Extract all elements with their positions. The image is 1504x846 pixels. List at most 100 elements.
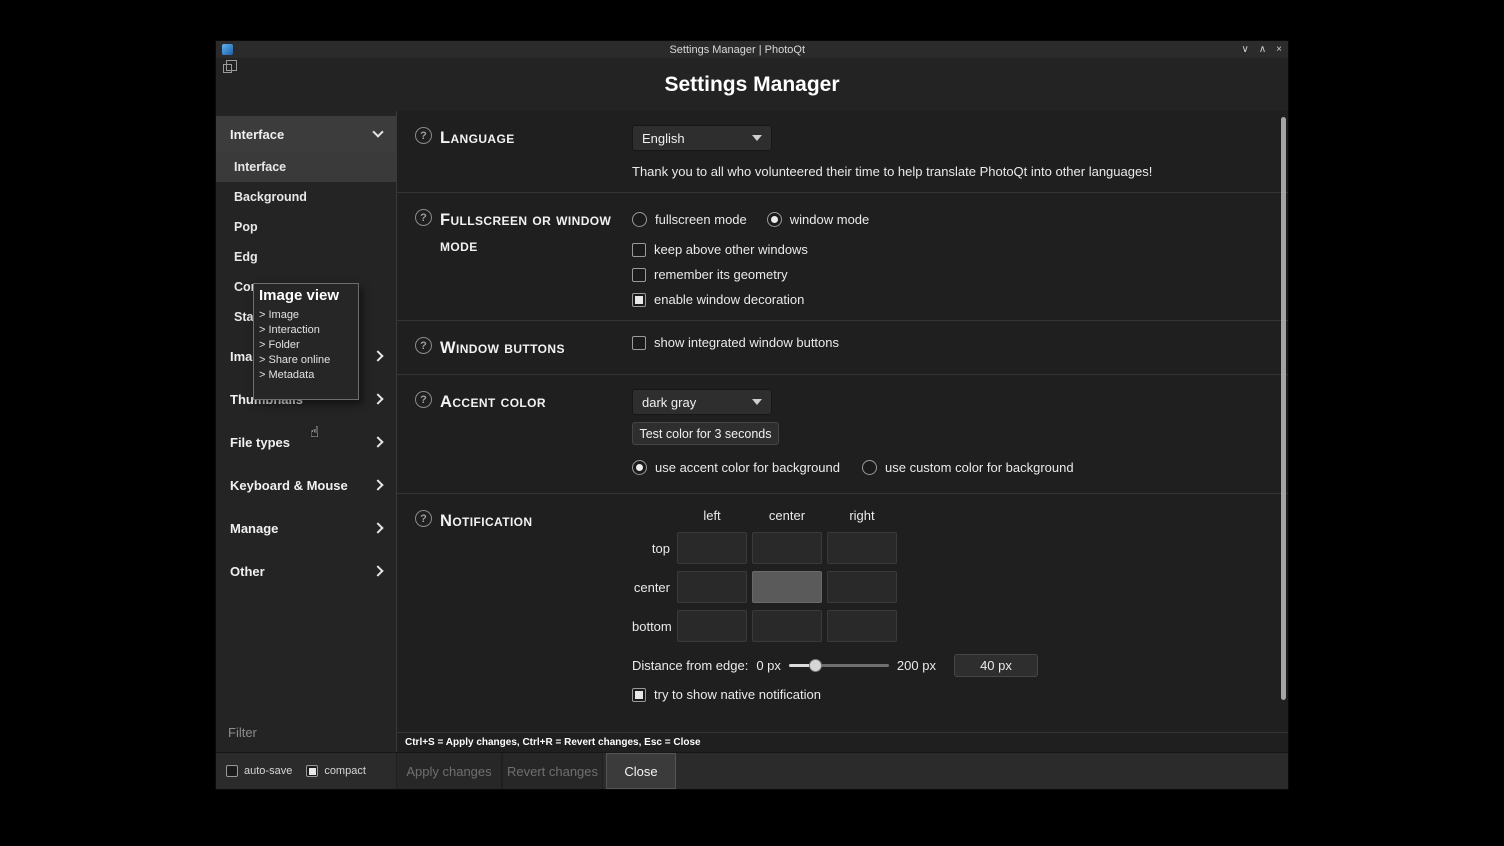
tooltip-title: Image view (259, 287, 353, 304)
close-icon[interactable]: × (1276, 44, 1282, 55)
checkbox-icon (306, 765, 318, 777)
tooltip-item: > Share online (259, 353, 353, 368)
category-label: Other (230, 564, 265, 579)
image-view-tooltip: Image view > Image > Interaction > Folde… (253, 283, 359, 400)
distance-slider[interactable] (789, 659, 889, 672)
checkbox-compact[interactable]: compact (306, 765, 366, 777)
sidebar-category-file-types[interactable]: File types (216, 424, 396, 460)
notification-cell-bottom-center[interactable] (752, 610, 822, 642)
checkbox-keep-above[interactable]: keep above other windows (632, 242, 1272, 257)
notification-cell-bottom-left[interactable] (677, 610, 747, 642)
sidebar-item-background[interactable]: Background (216, 182, 396, 212)
sidebar-category-keyboard-mouse[interactable]: Keyboard & Mouse (216, 467, 396, 503)
checkbox-window-decoration[interactable]: enable window decoration (632, 292, 1272, 307)
radio-custom-background[interactable]: use custom color for background (862, 460, 1074, 475)
help-icon[interactable]: ? (415, 127, 432, 144)
chevron-right-icon (372, 522, 383, 533)
minimize-icon[interactable]: ∨ (1242, 44, 1249, 55)
distance-value-box[interactable]: 40 px (954, 654, 1038, 677)
radio-label: use custom color for background (885, 460, 1074, 475)
sidebar-item-interface[interactable]: Interface (216, 152, 396, 182)
category-label: Keyboard & Mouse (230, 478, 348, 493)
checkbox-label: auto-save (244, 765, 292, 777)
revert-changes-button[interactable]: Revert changes (502, 753, 603, 789)
popout-icon[interactable] (223, 64, 232, 73)
maximize-icon[interactable]: ∧ (1259, 44, 1266, 55)
radio-label: window mode (790, 212, 870, 227)
help-icon[interactable]: ? (415, 391, 432, 408)
window-title: Settings Manager | PhotoQt (233, 44, 1242, 56)
category-label: File types (230, 435, 290, 450)
sidebar-category-interface[interactable]: Interface (216, 116, 396, 152)
chevron-right-icon (372, 479, 383, 490)
desktop-background: Settings Manager | PhotoQt ∨ ∧ × Setting… (0, 0, 1504, 846)
notification-cell-bottom-right[interactable] (827, 610, 897, 642)
checkbox-auto-save[interactable]: auto-save (226, 765, 292, 777)
shortcut-status-line: Ctrl+S = Apply changes, Ctrl+R = Revert … (397, 732, 1288, 752)
test-color-button[interactable]: Test color for 3 seconds (632, 422, 779, 445)
radio-fullscreen-mode[interactable]: fullscreen mode (632, 212, 747, 227)
grid-row-header: bottom (632, 619, 672, 634)
help-icon[interactable]: ? (415, 510, 432, 527)
checkbox-icon (632, 243, 646, 257)
checkbox-icon (226, 765, 238, 777)
checkbox-icon (632, 268, 646, 282)
radio-icon (632, 212, 647, 227)
notification-cell-top-right[interactable] (827, 532, 897, 564)
sidebar-item-edges[interactable]: Edg (216, 242, 396, 272)
grid-row-header: top (632, 541, 672, 556)
radio-window-mode[interactable]: window mode (767, 212, 870, 227)
checkbox-label: keep above other windows (654, 242, 808, 257)
help-icon[interactable]: ? (415, 337, 432, 354)
checkbox-icon (632, 293, 646, 307)
app-icon (222, 44, 233, 55)
settings-content: ? Language English Thank you to all who … (397, 111, 1288, 732)
category-label: Interface (230, 127, 284, 142)
section-title: Accent color (432, 389, 632, 415)
checkbox-icon (632, 336, 646, 350)
notification-cell-center-center[interactable] (752, 571, 822, 603)
chevron-down-icon (752, 399, 762, 405)
scrollbar[interactable] (1281, 117, 1286, 700)
distance-label: Distance from edge: (632, 658, 748, 673)
checkbox-label: try to show native notification (654, 687, 821, 702)
tooltip-item: > Interaction (259, 323, 353, 338)
checkbox-native-notification[interactable]: try to show native notification (632, 687, 1272, 702)
sidebar-item-popout[interactable]: Pop (216, 212, 396, 242)
distance-min: 0 px (756, 658, 781, 673)
close-button[interactable]: Close (606, 753, 676, 789)
language-note: Thank you to all who volunteered their t… (632, 164, 1272, 179)
grid-row-header: center (632, 580, 672, 595)
accent-color-dropdown[interactable]: dark gray (632, 389, 772, 415)
notification-position-grid: left center right top center (632, 508, 1272, 642)
page-title: Settings Manager (664, 73, 839, 97)
section-window-buttons: ? Window buttons show integrated window … (397, 321, 1288, 375)
checkbox-label: compact (324, 765, 366, 777)
notification-cell-center-right[interactable] (827, 571, 897, 603)
filter-input[interactable] (224, 720, 388, 744)
sidebar-category-other[interactable]: Other (216, 553, 396, 589)
notification-cell-top-center[interactable] (752, 532, 822, 564)
mouse-cursor-icon: ☝ (310, 423, 319, 441)
checkbox-label: enable window decoration (654, 292, 804, 307)
checkbox-integrated-buttons[interactable]: show integrated window buttons (632, 335, 1272, 350)
section-title: Fullscreen or window mode (432, 207, 632, 260)
chevron-right-icon (372, 436, 383, 447)
slider-handle[interactable] (809, 659, 822, 672)
sidebar: Interface Interface Background Pop Edg C… (216, 111, 397, 752)
language-dropdown[interactable]: English (632, 125, 772, 151)
help-icon[interactable]: ? (415, 209, 432, 226)
notification-cell-center-left[interactable] (677, 571, 747, 603)
radio-icon (767, 212, 782, 227)
radio-accent-background[interactable]: use accent color for background (632, 460, 840, 475)
checkbox-remember-geometry[interactable]: remember its geometry (632, 267, 1272, 282)
distance-max: 200 px (897, 658, 936, 673)
checkbox-icon (632, 688, 646, 702)
radio-icon (632, 460, 647, 475)
notification-cell-top-left[interactable] (677, 532, 747, 564)
grid-col-header: center (752, 508, 822, 525)
sidebar-category-manage[interactable]: Manage (216, 510, 396, 546)
radio-icon (862, 460, 877, 475)
apply-changes-button[interactable]: Apply changes (396, 753, 502, 789)
titlebar[interactable]: Settings Manager | PhotoQt ∨ ∧ × (216, 41, 1288, 58)
